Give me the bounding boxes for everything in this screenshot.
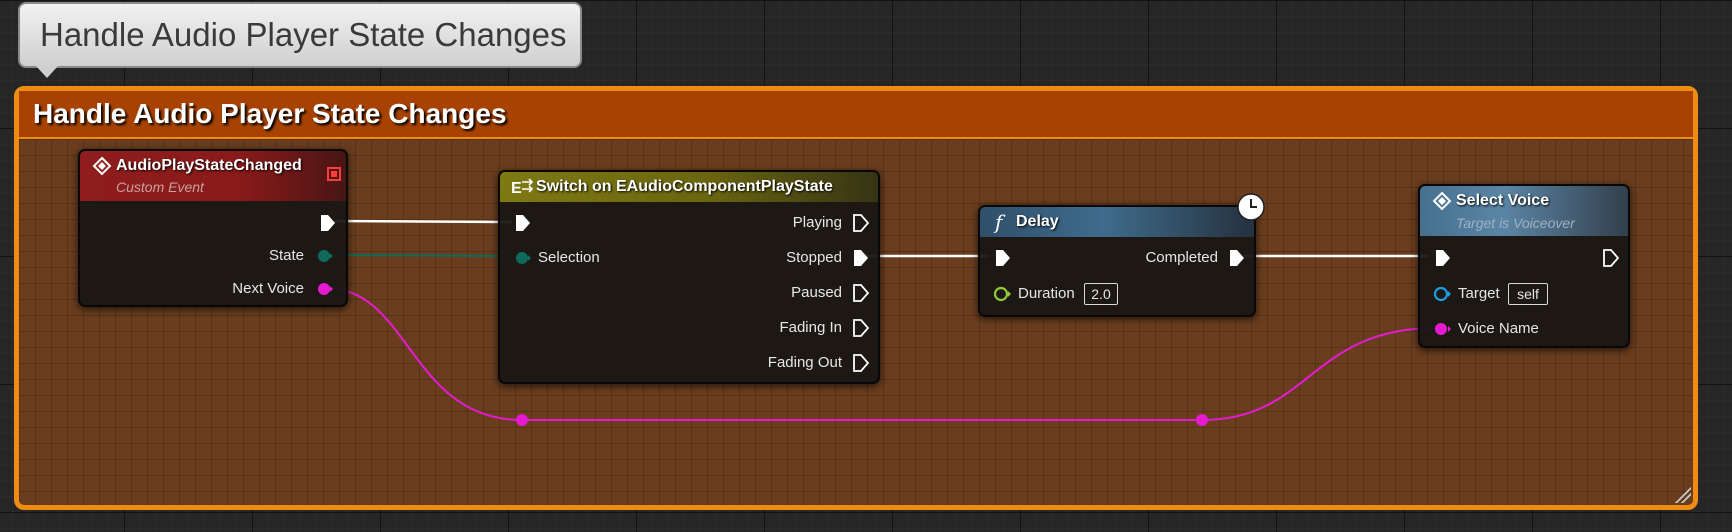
custom-event-title: AudioPlayStateChanged <box>116 157 302 174</box>
completed-exec-pin[interactable] <box>1228 249 1246 267</box>
delay-exec-in-pin[interactable] <box>994 249 1012 267</box>
name-wire-nextvoice-to-voicename <box>325 287 1437 421</box>
pin-label-selection: Selection <box>538 249 600 266</box>
enum-wire-state-to-selection <box>325 254 513 257</box>
event-diamond-icon <box>92 156 112 176</box>
switch-exec-in-pin[interactable] <box>514 214 532 232</box>
voice-name-pin[interactable] <box>1432 320 1452 338</box>
select-voice-exec-in-pin[interactable] <box>1434 249 1452 267</box>
switch-enum-icon: E <box>511 178 534 197</box>
target-pin[interactable] <box>1432 285 1452 303</box>
pin-label-stopped: Stopped <box>786 249 842 266</box>
pin-label-state: State <box>268 247 304 264</box>
custom-event-subtitle: Custom Event <box>116 179 204 195</box>
select-voice-subtitle: Target is Voiceover <box>1456 215 1575 231</box>
function-f-icon: f <box>993 211 1006 233</box>
switch-title: Switch on EAudioComponentPlayState <box>536 178 833 195</box>
selection-pin[interactable] <box>514 249 532 267</box>
pin-label-fading-in: Fading In <box>779 319 842 336</box>
duration-pin[interactable] <box>992 285 1012 303</box>
exec-out-pin[interactable] <box>319 214 337 232</box>
pin-label-paused: Paused <box>791 284 842 301</box>
custom-event-node[interactable]: AudioPlayStateChanged Custom Event State… <box>78 149 348 307</box>
state-pin[interactable] <box>316 247 334 265</box>
delegate-pin-icon[interactable] <box>327 167 341 181</box>
delay-node[interactable]: f Delay Completed Duration 2.0 <box>978 205 1256 317</box>
function-diamond-icon <box>1432 191 1452 211</box>
delay-title: Delay <box>1016 213 1059 230</box>
next-voice-pin[interactable] <box>316 280 334 298</box>
select-voice-title: Select Voice <box>1456 192 1550 209</box>
pin-label-voice-name: Voice Name <box>1458 320 1539 337</box>
duration-value-input[interactable]: 2.0 <box>1084 283 1118 305</box>
exec-wire-event-to-switch <box>333 219 513 224</box>
fading-in-exec-pin[interactable] <box>852 319 870 337</box>
svg-text:E: E <box>511 180 522 197</box>
pin-label-duration: Duration <box>1018 285 1075 302</box>
select-voice-node[interactable]: Select Voice Target is Voiceover Target … <box>1418 184 1630 348</box>
pin-label-next-voice: Next Voice <box>232 280 304 297</box>
stopped-exec-pin[interactable] <box>852 249 870 267</box>
fading-out-exec-pin[interactable] <box>852 354 870 372</box>
latent-clock-icon <box>1237 193 1265 221</box>
playing-exec-pin[interactable] <box>852 214 870 232</box>
target-value-input[interactable]: self <box>1508 283 1548 305</box>
select-voice-exec-out-pin[interactable] <box>1602 249 1620 267</box>
reroute-knot-right <box>1196 414 1208 426</box>
pin-label-completed: Completed <box>1145 249 1218 266</box>
pin-label-target: Target <box>1458 285 1500 302</box>
switch-node[interactable]: E Switch on EAudioComponentPlayState Sel… <box>498 170 880 384</box>
svg-text:f: f <box>993 211 1006 233</box>
paused-exec-pin[interactable] <box>852 284 870 302</box>
pin-label-playing: Playing <box>792 214 842 231</box>
reroute-knot-left <box>516 414 528 426</box>
pin-label-fading-out: Fading Out <box>767 354 842 371</box>
